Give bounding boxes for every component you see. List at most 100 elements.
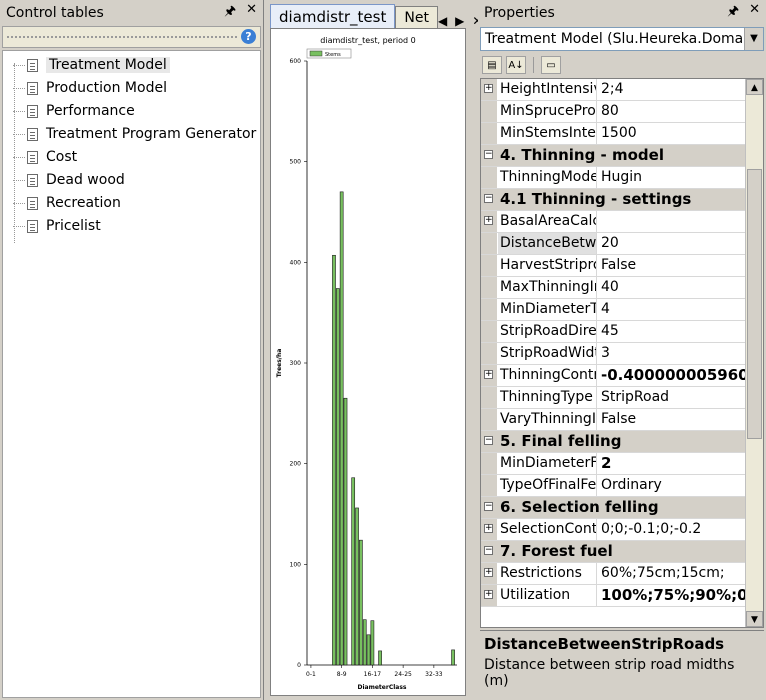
row-gutter (481, 387, 497, 408)
control-tables-tree: Treatment Model Production Model Performan… (2, 50, 261, 698)
tree-item[interactable]: Treatment Model (13, 55, 170, 75)
help-icon[interactable]: ? (241, 29, 256, 44)
tree-item[interactable]: Performance (13, 101, 135, 121)
pin-icon[interactable]: 🖈︎ (224, 2, 236, 24)
tree-item[interactable]: Dead wood (13, 170, 125, 190)
tab-diamdistr-test[interactable]: diamdistr_test (270, 4, 396, 28)
tree-item[interactable]: Production Model (13, 78, 167, 98)
category-label: 5. Final felling (500, 432, 622, 450)
property-row[interactable]: + Restrictions 60%;75cm;15cm; (481, 563, 747, 585)
bar (378, 650, 382, 666)
property-value[interactable]: False (598, 255, 750, 276)
categorized-view-icon[interactable]: ▤ (482, 56, 502, 74)
property-value[interactable]: 20 (598, 233, 750, 254)
pin-icon[interactable]: 🖈︎ (727, 2, 739, 24)
object-selector[interactable]: Treatment Model (Slu.Heureka.DomainL ▼ (480, 27, 764, 51)
control-tables-panel: Control tables 🖈︎ ✕ ? Treatment Model Pro… (0, 0, 264, 700)
document-panel: diamdistr_test Net ◀ ▶ ✕ diamdistr_test,… (266, 0, 482, 700)
property-value[interactable]: 2 (598, 453, 750, 474)
property-value[interactable]: 1500 (598, 123, 750, 144)
property-category[interactable]: −6. Selection felling (481, 497, 747, 519)
property-pages-icon[interactable]: ▭ (541, 56, 561, 74)
property-category[interactable]: −5. Final felling (481, 431, 747, 453)
row-gutter: − (481, 189, 497, 210)
property-row[interactable]: MinSpruceProportion80 (481, 101, 747, 123)
table-icon (27, 58, 38, 72)
expand-icon[interactable]: + (484, 568, 493, 577)
property-value[interactable]: Hugin (598, 167, 750, 188)
property-name: BasalAreaCalculation (498, 211, 597, 232)
property-value[interactable]: 4 (598, 299, 750, 320)
close-icon[interactable]: ✕ (749, 2, 760, 24)
scroll-up-icon[interactable]: ▲ (746, 79, 763, 95)
tab-scroll-left-icon[interactable]: ◀ (438, 14, 447, 28)
property-row[interactable]: + ThinningControl-0.400000005960464 (481, 365, 750, 387)
scrollbar-thumb[interactable] (747, 169, 762, 439)
expand-icon[interactable]: + (484, 590, 493, 599)
expand-icon[interactable]: + (484, 84, 493, 93)
property-value[interactable]: 40 (598, 277, 750, 298)
collapse-icon[interactable]: − (484, 502, 493, 511)
tree-item[interactable]: Cost (13, 147, 77, 167)
close-icon[interactable]: ✕ (246, 2, 257, 24)
collapse-icon[interactable]: − (484, 150, 493, 159)
property-row[interactable]: MaxThinningIntensity40 (481, 277, 747, 299)
property-value[interactable]: 0;0;-0.1;0;-0.2 (598, 519, 750, 540)
property-row[interactable]: MinDiameterThinning4 (481, 299, 747, 321)
tree-item-label: Treatment Model (46, 57, 170, 73)
tab-scroll-right-icon[interactable]: ▶ (455, 14, 464, 28)
expand-icon[interactable]: + (484, 216, 493, 225)
y-tick-label: 200 (290, 461, 302, 468)
tree-connector-line (13, 134, 25, 135)
property-row[interactable]: StripRoadWidth3 (481, 343, 747, 365)
description-text: Distance between strip road midths (m) (484, 657, 735, 689)
description-title: DistanceBetweenStripRoads (484, 635, 725, 653)
property-value[interactable]: 45 (598, 321, 750, 342)
tree-item[interactable]: Recreation (13, 193, 121, 213)
scroll-down-icon[interactable]: ▼ (746, 611, 763, 627)
property-value[interactable]: 100%;75%;90%;0 (598, 585, 750, 606)
collapse-icon[interactable]: − (484, 194, 493, 203)
property-row[interactable]: MinDiameterFinalFelling2 (481, 453, 747, 475)
property-row[interactable]: + HeightIntensive2;4 (481, 79, 747, 101)
property-row[interactable]: ThinningType StripRoad (481, 387, 747, 409)
category-label: 4.1 Thinning - settings (500, 190, 692, 208)
property-category[interactable]: −7. Forest fuel (481, 541, 747, 563)
property-row[interactable]: VaryThinningIntensityFalse (481, 409, 747, 431)
property-value[interactable]: Ordinary (598, 475, 750, 496)
property-category[interactable]: −4.1 Thinning - settings (481, 189, 747, 211)
property-value[interactable] (598, 211, 750, 232)
tree-item[interactable]: Pricelist (13, 216, 101, 236)
property-row[interactable]: + Utilization 100%;75%;90%;0 (481, 585, 750, 607)
collapse-icon[interactable]: − (484, 436, 493, 445)
property-row[interactable]: ThinningModelTypeHugin (481, 167, 747, 189)
property-row[interactable]: TypeOfFinalFellingOrdinary (481, 475, 747, 497)
property-value[interactable]: False (598, 409, 750, 430)
tab-net[interactable]: Net (395, 6, 438, 28)
vertical-scrollbar[interactable]: ▲ ▼ (745, 79, 763, 627)
alphabetical-sort-icon[interactable]: A↓ (506, 56, 526, 74)
property-value[interactable]: 60%;75cm;15cm; (598, 563, 750, 584)
property-value[interactable]: 2;4 (598, 79, 750, 100)
expand-icon[interactable]: + (484, 524, 493, 533)
property-category[interactable]: −4. Thinning - model (481, 145, 747, 167)
property-name: MinDiameterFinalFelling (498, 453, 597, 474)
expand-icon[interactable]: + (484, 370, 493, 379)
bar (332, 254, 336, 666)
property-row[interactable]: DistanceBetweenStripRoads20 (481, 233, 747, 255)
property-value[interactable]: 3 (598, 343, 750, 364)
collapse-icon[interactable]: − (484, 546, 493, 555)
property-row[interactable]: MinStemsIntensive1500 (481, 123, 747, 145)
tree-item-label: Performance (46, 103, 135, 119)
property-row[interactable]: + BasalAreaCalculation (481, 211, 747, 233)
chevron-down-icon[interactable]: ▼ (744, 28, 763, 50)
chart-title: diamdistr_test, period 0 (320, 36, 415, 45)
property-value[interactable]: StripRoad (598, 387, 750, 408)
property-row[interactable]: HarvestStriproadsFalse (481, 255, 747, 277)
property-row[interactable]: StripRoadDirection45 (481, 321, 747, 343)
property-value[interactable]: -0.400000005960464 (598, 365, 750, 386)
property-value[interactable]: 80 (598, 101, 750, 122)
tree-item[interactable]: Treatment Program Generator (13, 124, 256, 144)
property-row[interactable]: + SelectionControl0;0;-0.1;0;-0.2 (481, 519, 747, 541)
row-gutter: + (481, 79, 497, 100)
